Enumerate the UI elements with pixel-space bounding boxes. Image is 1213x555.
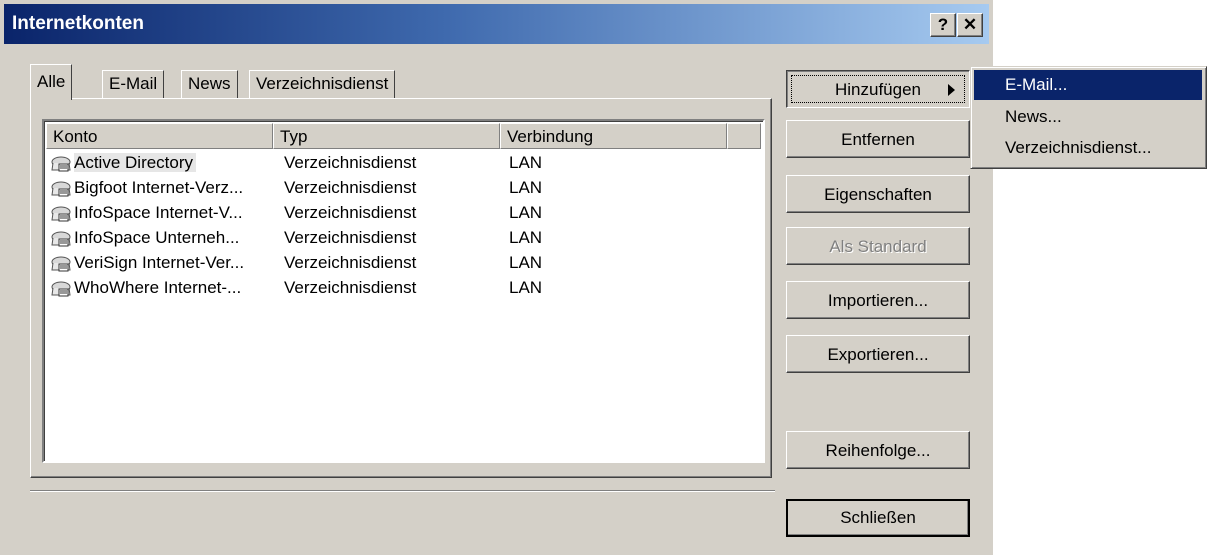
cell-typ: Verzeichnisdienst <box>284 253 417 272</box>
cell-verbindung: LAN <box>509 228 543 247</box>
window-title: Internetkonten <box>12 13 144 34</box>
remove-button[interactable]: Entfernen <box>786 120 970 158</box>
directory-service-icon <box>51 256 71 272</box>
menu-item-news[interactable]: News... <box>974 102 1202 132</box>
cell-verbindung: LAN <box>509 253 543 272</box>
directory-service-icon <box>51 156 71 172</box>
cell-verbindung: LAN <box>509 278 543 297</box>
cell-konto: WhoWhere Internet-... <box>46 276 241 300</box>
add-submenu: E-Mail... News... Verzeichnisdienst... <box>970 66 1207 169</box>
title-bar[interactable]: Internetkonten ? ✕ <box>4 4 989 44</box>
close-dialog-button[interactable]: Schließen <box>786 499 970 537</box>
cell-typ: Verzeichnisdienst <box>284 228 417 247</box>
cell-konto: Bigfoot Internet-Verz... <box>46 176 243 200</box>
export-button[interactable]: Exportieren... <box>786 335 970 373</box>
cell-typ: Verzeichnisdienst <box>284 203 417 222</box>
cell-typ: Verzeichnisdienst <box>284 178 417 197</box>
cell-konto-label: InfoSpace Internet-V... <box>74 203 243 222</box>
internetkonten-dialog: Internetkonten ? ✕ Alle E-Mail News Verz… <box>0 0 993 555</box>
tab-alle[interactable]: Alle <box>30 64 73 100</box>
cell-konto-label: InfoSpace Unterneh... <box>74 228 240 247</box>
cell-konto: InfoSpace Unterneh... <box>46 226 239 250</box>
submenu-arrow-icon <box>948 84 955 96</box>
table-row[interactable]: VeriSign Internet-Ver... Verzeichnisdiens… <box>46 251 761 275</box>
cell-konto-label: VeriSign Internet-Ver... <box>74 253 245 272</box>
tab-verzeichnisdienst[interactable]: Verzeichnisdienst <box>249 70 396 99</box>
order-button[interactable]: Reihenfolge... <box>786 431 970 469</box>
focus-rect <box>791 75 965 103</box>
cell-konto-label: WhoWhere Internet-... <box>74 278 242 297</box>
accounts-list[interactable]: Konto Typ Verbindung Active Directory Ver… <box>42 119 765 463</box>
directory-service-icon <box>51 231 71 247</box>
table-row[interactable]: InfoSpace Internet-V... Verzeichnisdienst… <box>46 201 761 225</box>
directory-service-icon <box>51 281 71 297</box>
separator <box>30 490 775 492</box>
set-default-button[interactable]: Als Standard <box>786 227 970 265</box>
cell-verbindung: LAN <box>509 203 543 222</box>
cell-konto: VeriSign Internet-Ver... <box>46 251 244 275</box>
help-button[interactable]: ? <box>930 13 956 37</box>
cell-verbindung: LAN <box>509 178 543 197</box>
import-button[interactable]: Importieren... <box>786 281 970 319</box>
column-header-filler <box>727 123 761 149</box>
column-header-verbindung[interactable]: Verbindung <box>500 123 727 149</box>
cell-typ: Verzeichnisdienst <box>284 278 417 297</box>
tab-news[interactable]: News <box>181 70 238 99</box>
table-row[interactable]: WhoWhere Internet-... Verzeichnisdienst LA… <box>46 276 761 300</box>
menu-item-verzeichnisdienst[interactable]: Verzeichnisdienst... <box>974 133 1202 163</box>
cell-konto: Active Directory <box>46 151 197 175</box>
table-row[interactable]: Bigfoot Internet-Verz... Verzeichnisdiens… <box>46 176 761 200</box>
menu-item-email[interactable]: E-Mail... <box>974 70 1202 100</box>
cell-konto-label: Bigfoot Internet-Verz... <box>74 178 244 197</box>
column-header-typ[interactable]: Typ <box>273 123 500 149</box>
cell-konto: InfoSpace Internet-V... <box>46 201 243 225</box>
cell-konto-label: Active Directory <box>74 153 197 172</box>
table-row[interactable]: InfoSpace Unterneh... Verzeichnisdienst LA… <box>46 226 761 250</box>
cell-verbindung: LAN <box>509 153 543 172</box>
directory-service-icon <box>51 206 71 222</box>
add-button[interactable]: Hinzufügen <box>786 70 970 108</box>
table-row[interactable]: Active Directory Verzeichnisdienst LAN <box>46 151 761 175</box>
close-button[interactable]: ✕ <box>957 13 983 37</box>
directory-service-icon <box>51 181 71 197</box>
cell-typ: Verzeichnisdienst <box>284 153 417 172</box>
column-header-konto[interactable]: Konto <box>46 123 273 149</box>
properties-button[interactable]: Eigenschaften <box>786 175 970 213</box>
tab-email[interactable]: E-Mail <box>102 70 165 99</box>
